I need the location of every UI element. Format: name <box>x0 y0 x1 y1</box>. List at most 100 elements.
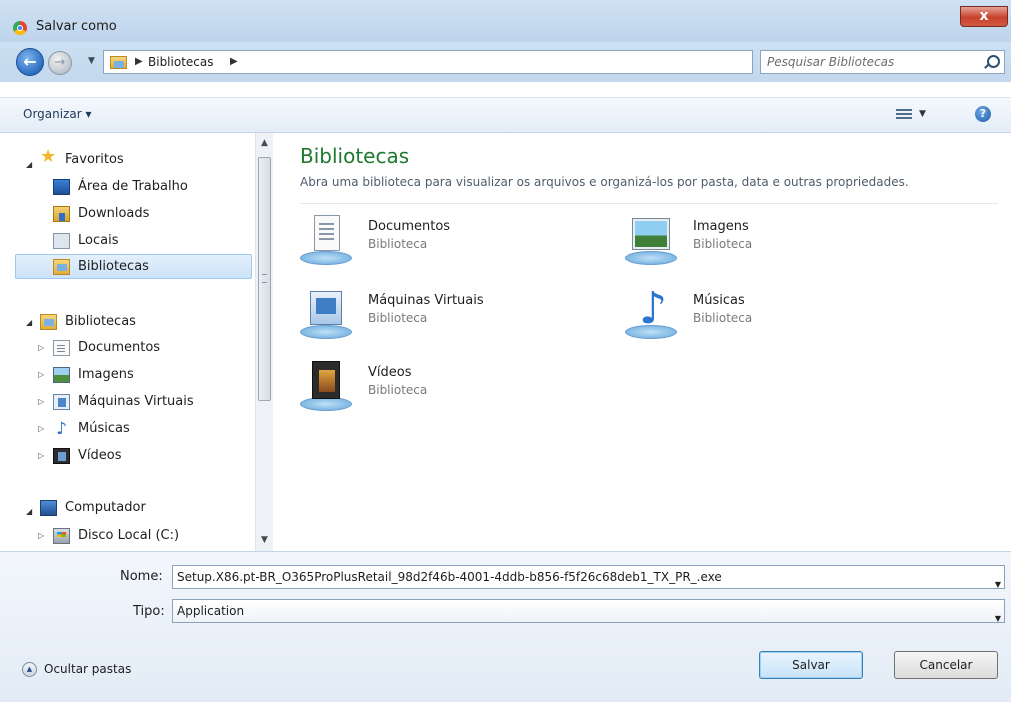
expand-arrow-icon[interactable]: ▷ <box>38 531 44 540</box>
change-view-icon[interactable] <box>896 107 912 121</box>
save-button[interactable]: Salvar <box>759 651 863 679</box>
sidebar-item-label: Bibliotecas <box>78 259 149 274</box>
file-name-value: Setup.X86.pt-BR_O365ProPlusRetail_98d2f4… <box>177 570 722 584</box>
search-input[interactable]: Pesquisar Bibliotecas <box>760 50 1005 74</box>
navigation-pane[interactable]: ◢ ★ Favoritos Área de Trabalho Downloads… <box>0 133 255 551</box>
title-bar[interactable]: Salvar como x <box>0 0 1011 42</box>
window-title: Salvar como <box>36 19 117 34</box>
view-options-dropdown-icon[interactable]: ▼ <box>919 109 926 119</box>
scroll-up-arrow-icon[interactable]: ▲ <box>256 135 273 152</box>
search-placeholder: Pesquisar Bibliotecas <box>767 55 895 69</box>
back-button[interactable]: ← <box>16 48 44 76</box>
cancel-button[interactable]: Cancelar <box>894 651 998 679</box>
library-name: Imagens <box>693 219 749 234</box>
file-name-label: Nome: <box>120 569 163 584</box>
pictures-library-icon <box>625 213 677 267</box>
recent-locations-dropdown-icon[interactable]: ▼ <box>88 56 95 66</box>
library-type: Biblioteca <box>693 237 753 251</box>
nav-favorites-label: Favoritos <box>65 152 124 167</box>
sidebar-item-label: Músicas <box>78 421 130 436</box>
expand-computer-icon[interactable]: ◢ <box>26 507 32 516</box>
libraries-icon <box>53 259 70 275</box>
content-pane[interactable]: Bibliotecas Abra uma biblioteca para vis… <box>273 133 1011 551</box>
collapse-arrow-icon: ▲ <box>22 662 37 677</box>
nav-libraries-label: Bibliotecas <box>65 314 136 329</box>
close-button[interactable]: x <box>960 6 1008 27</box>
file-type-value: Application <box>177 604 245 618</box>
videos-icon <box>53 448 70 464</box>
navigation-scrollbar[interactable]: ▲ ▼ <box>255 133 273 551</box>
library-name: Máquinas Virtuais <box>368 293 484 308</box>
file-name-dropdown-icon[interactable]: ▼ <box>995 574 1001 588</box>
breadcrumb-separator-icon[interactable]: ▶ <box>230 56 238 67</box>
save-as-dialog: Salvar como x ← → ▼ ▶ Bibliotecas ▶ ▼ ↻ … <box>0 0 1011 702</box>
libraries-folder-icon <box>110 56 127 69</box>
library-type: Biblioteca <box>693 311 753 325</box>
sidebar-item-label: Documentos <box>78 340 161 355</box>
downloads-icon <box>53 206 70 222</box>
scroll-down-arrow-icon[interactable]: ▼ <box>256 532 273 549</box>
scroll-thumb[interactable] <box>258 157 271 401</box>
chrome-app-icon <box>13 21 27 35</box>
expand-arrow-icon[interactable]: ▷ <box>38 451 44 460</box>
local-disk-icon <box>53 528 70 544</box>
virtual-machines-icon <box>53 394 70 410</box>
library-tile-pictures[interactable]: Imagens Biblioteca <box>625 213 925 269</box>
libraries-icon <box>40 314 57 330</box>
nav-computer-label: Computador <box>65 500 146 515</box>
help-icon[interactable]: ? <box>975 106 991 122</box>
expand-arrow-icon[interactable]: ▷ <box>38 370 44 379</box>
file-type-select[interactable]: Application ▼ <box>172 599 1005 623</box>
sidebar-item-label: Locais <box>78 233 119 248</box>
library-type: Biblioteca <box>368 237 428 251</box>
expand-arrow-icon[interactable]: ▷ <box>38 424 44 433</box>
expand-arrow-icon[interactable]: ▷ <box>38 343 44 352</box>
breadcrumb-bibliotecas[interactable]: Bibliotecas <box>148 55 213 69</box>
documents-library-icon <box>300 213 352 267</box>
sidebar-item-label: Disco Local (C:) <box>78 528 180 543</box>
library-tile-videos[interactable]: Vídeos Biblioteca <box>300 359 600 415</box>
sidebar-item-label: Imagens <box>78 367 134 382</box>
library-tile-music[interactable]: ♪ Músicas Biblioteca <box>625 287 925 343</box>
virtual-machines-library-icon <box>300 287 352 341</box>
computer-icon <box>40 500 57 516</box>
hide-folders-label: Ocultar pastas <box>44 662 132 676</box>
page-title: Bibliotecas <box>300 144 410 168</box>
videos-library-icon <box>300 359 352 413</box>
address-row: ← → ▼ ▶ Bibliotecas ▶ ▼ ↻ Pesquisar Bibl… <box>0 42 1011 82</box>
file-name-field[interactable]: Setup.X86.pt-BR_O365ProPlusRetail_98d2f4… <box>172 565 1005 589</box>
breadcrumb-separator-icon[interactable]: ▶ <box>135 56 143 67</box>
file-type-label: Tipo: <box>133 604 165 619</box>
header-divider <box>300 203 998 204</box>
library-type: Biblioteca <box>368 383 428 397</box>
library-name: Músicas <box>693 293 745 308</box>
library-name: Documentos <box>368 219 451 234</box>
places-icon <box>53 233 70 249</box>
music-icon: ♪ <box>56 419 67 439</box>
file-type-dropdown-icon[interactable]: ▼ <box>995 608 1001 622</box>
music-library-icon: ♪ <box>625 287 677 341</box>
sidebar-item-label: Downloads <box>78 206 150 221</box>
expand-favorites-icon[interactable]: ◢ <box>26 160 32 169</box>
documents-icon <box>53 340 70 356</box>
desktop-icon <box>53 179 70 195</box>
save-options-area: Nome: Setup.X86.pt-BR_O365ProPlusRetail_… <box>0 551 1011 702</box>
library-tile-virtual-machines[interactable]: Máquinas Virtuais Biblioteca <box>300 287 600 343</box>
sidebar-item-label: Máquinas Virtuais <box>78 394 194 409</box>
organize-menu-button[interactable]: Organizar ▾ <box>23 107 92 121</box>
expand-arrow-icon[interactable]: ▷ <box>38 397 44 406</box>
address-bar[interactable]: ▶ Bibliotecas ▶ ▼ ↻ <box>103 50 840 76</box>
library-name: Vídeos <box>368 365 412 380</box>
library-tile-documents[interactable]: Documentos Biblioteca <box>300 213 600 269</box>
forward-button[interactable]: → <box>48 51 72 75</box>
expand-libraries-icon[interactable]: ◢ <box>26 318 32 327</box>
pictures-icon <box>53 367 70 383</box>
toolbar: Organizar ▾ ▼ ? <box>0 97 1011 133</box>
sidebar-item-label: Vídeos <box>78 448 122 463</box>
page-description: Abra uma biblioteca para visualizar os a… <box>300 175 909 189</box>
star-icon: ★ <box>40 146 57 167</box>
library-type: Biblioteca <box>368 311 428 325</box>
search-icon[interactable] <box>987 55 1000 68</box>
scroll-grip-icon <box>262 274 267 283</box>
sidebar-item-label: Área de Trabalho <box>78 179 188 194</box>
